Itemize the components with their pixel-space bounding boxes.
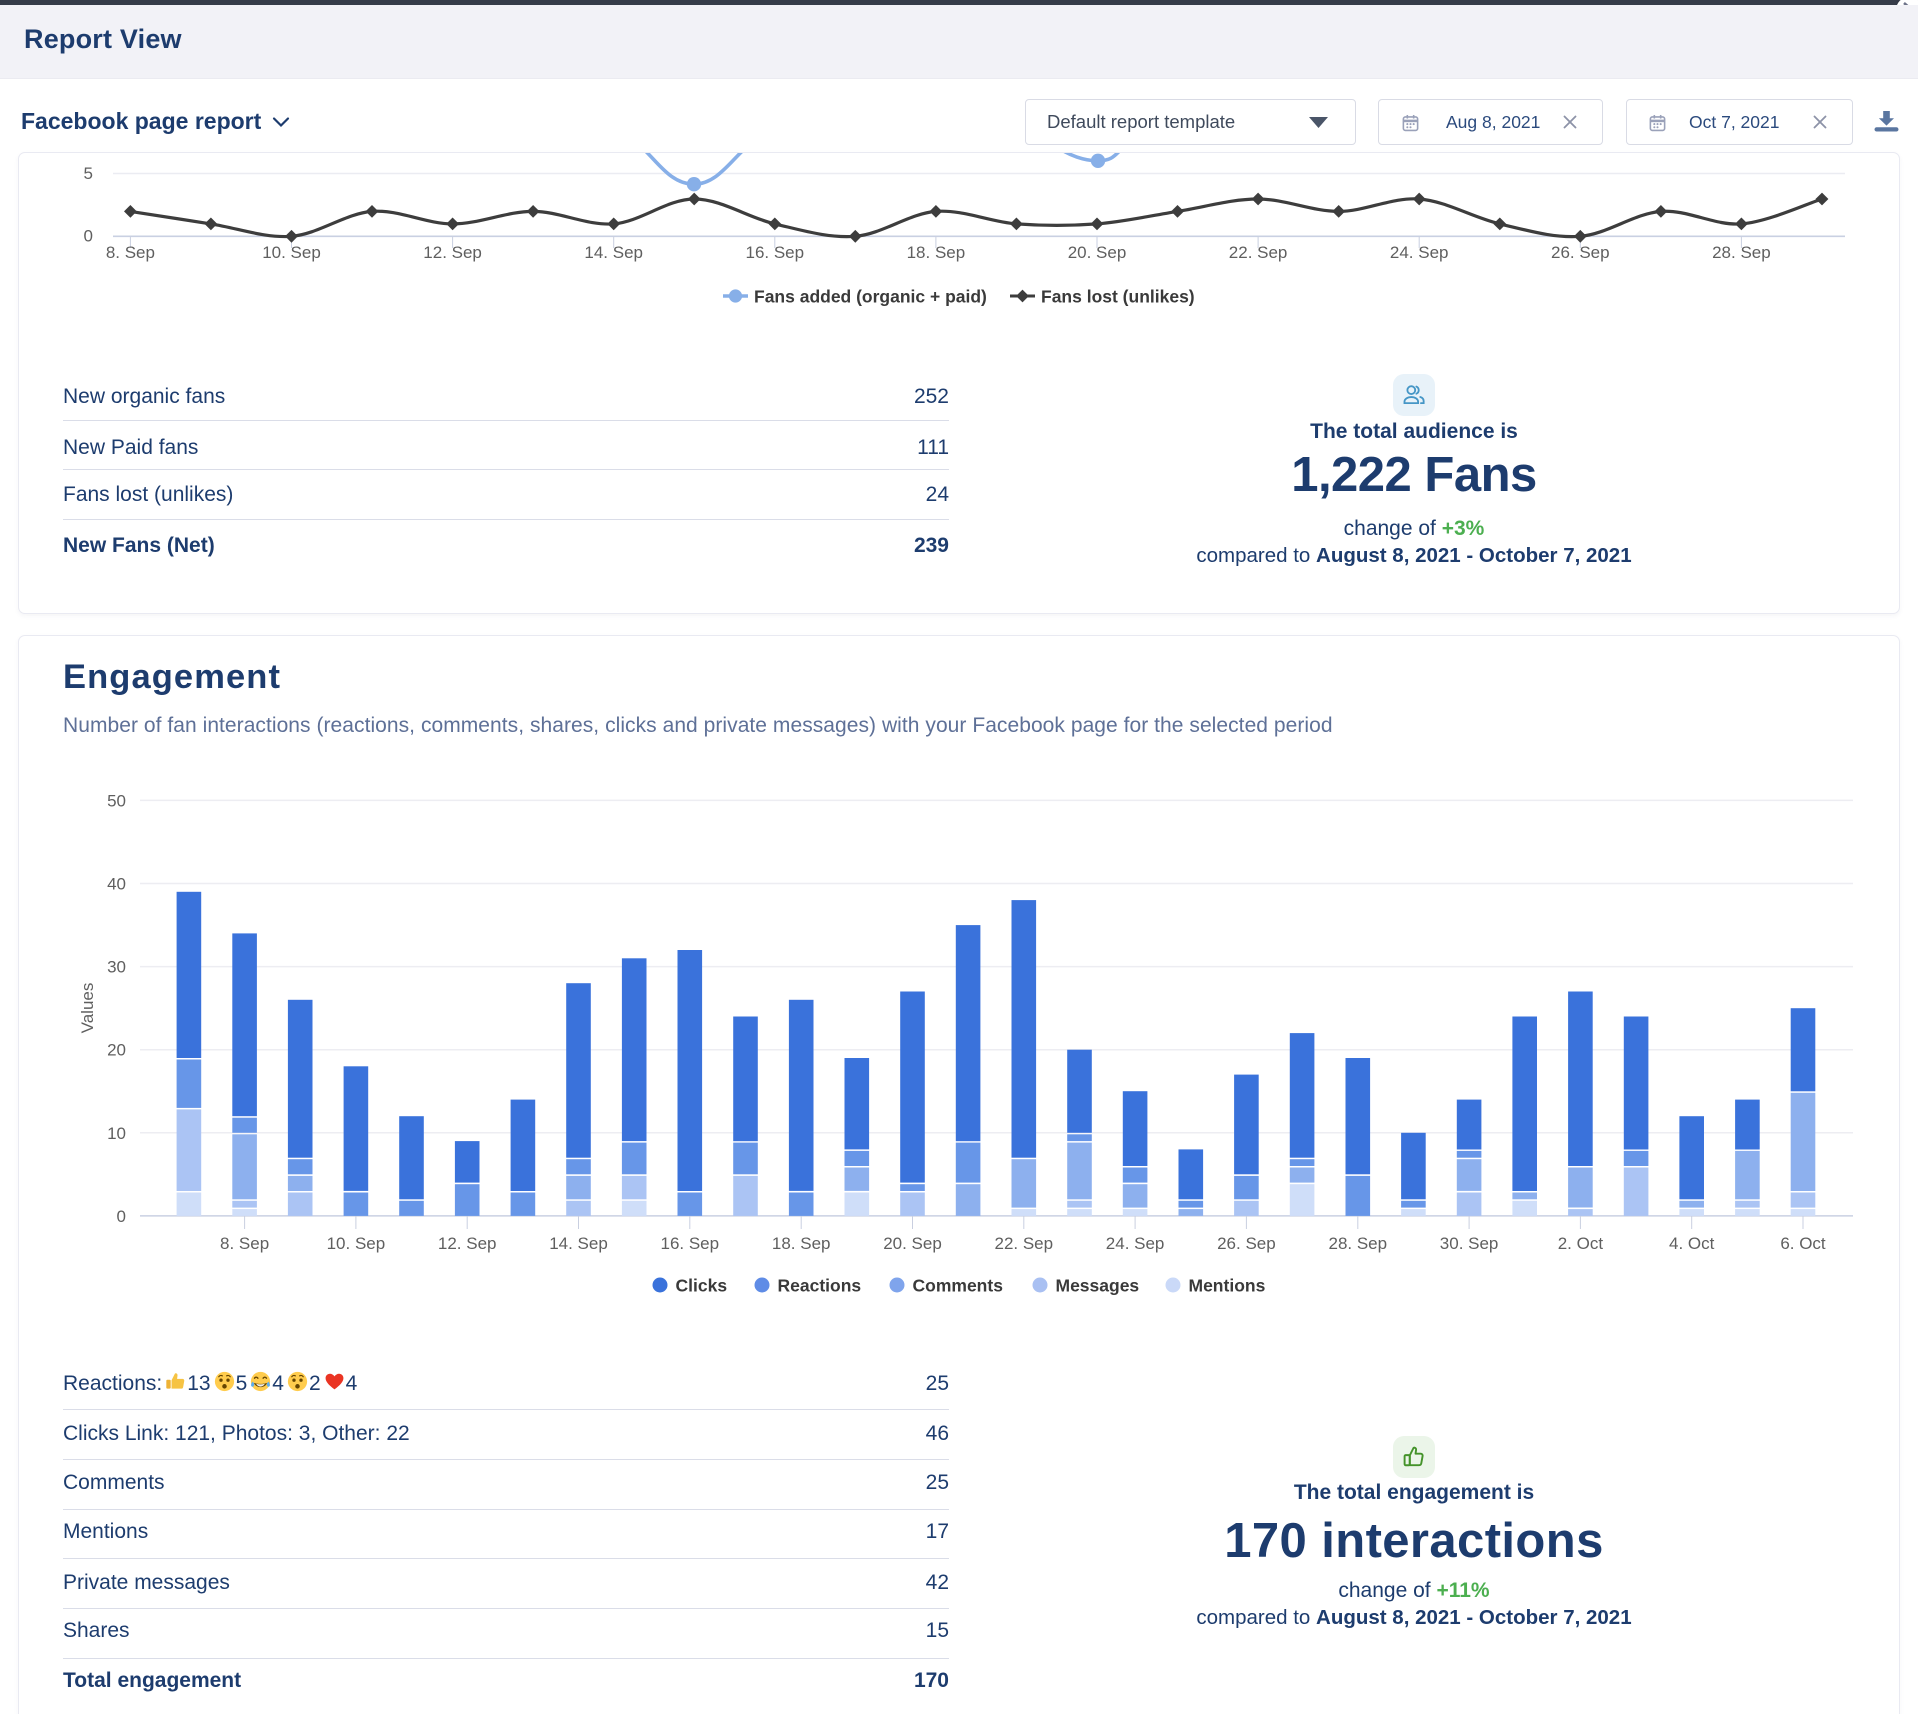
- svg-text:30: 30: [107, 958, 126, 977]
- svg-text:50: 50: [107, 791, 126, 810]
- svg-text:16. Sep: 16. Sep: [660, 1234, 719, 1253]
- svg-text:18. Sep: 18. Sep: [772, 1234, 831, 1253]
- svg-text:40: 40: [107, 875, 126, 894]
- svg-text:14. Sep: 14. Sep: [549, 1234, 608, 1253]
- svg-text:0: 0: [117, 1207, 126, 1226]
- svg-text:10: 10: [107, 1124, 126, 1143]
- svg-text:8. Sep: 8. Sep: [220, 1234, 269, 1253]
- svg-text:Reactions: Reactions: [778, 1276, 862, 1296]
- svg-text:20. Sep: 20. Sep: [883, 1234, 942, 1253]
- svg-text:10. Sep: 10. Sep: [327, 1234, 386, 1253]
- svg-text:12. Sep: 12. Sep: [438, 1234, 497, 1253]
- svg-text:20: 20: [107, 1041, 126, 1060]
- svg-text:Clicks: Clicks: [676, 1276, 728, 1296]
- svg-text:Values: Values: [78, 983, 97, 1034]
